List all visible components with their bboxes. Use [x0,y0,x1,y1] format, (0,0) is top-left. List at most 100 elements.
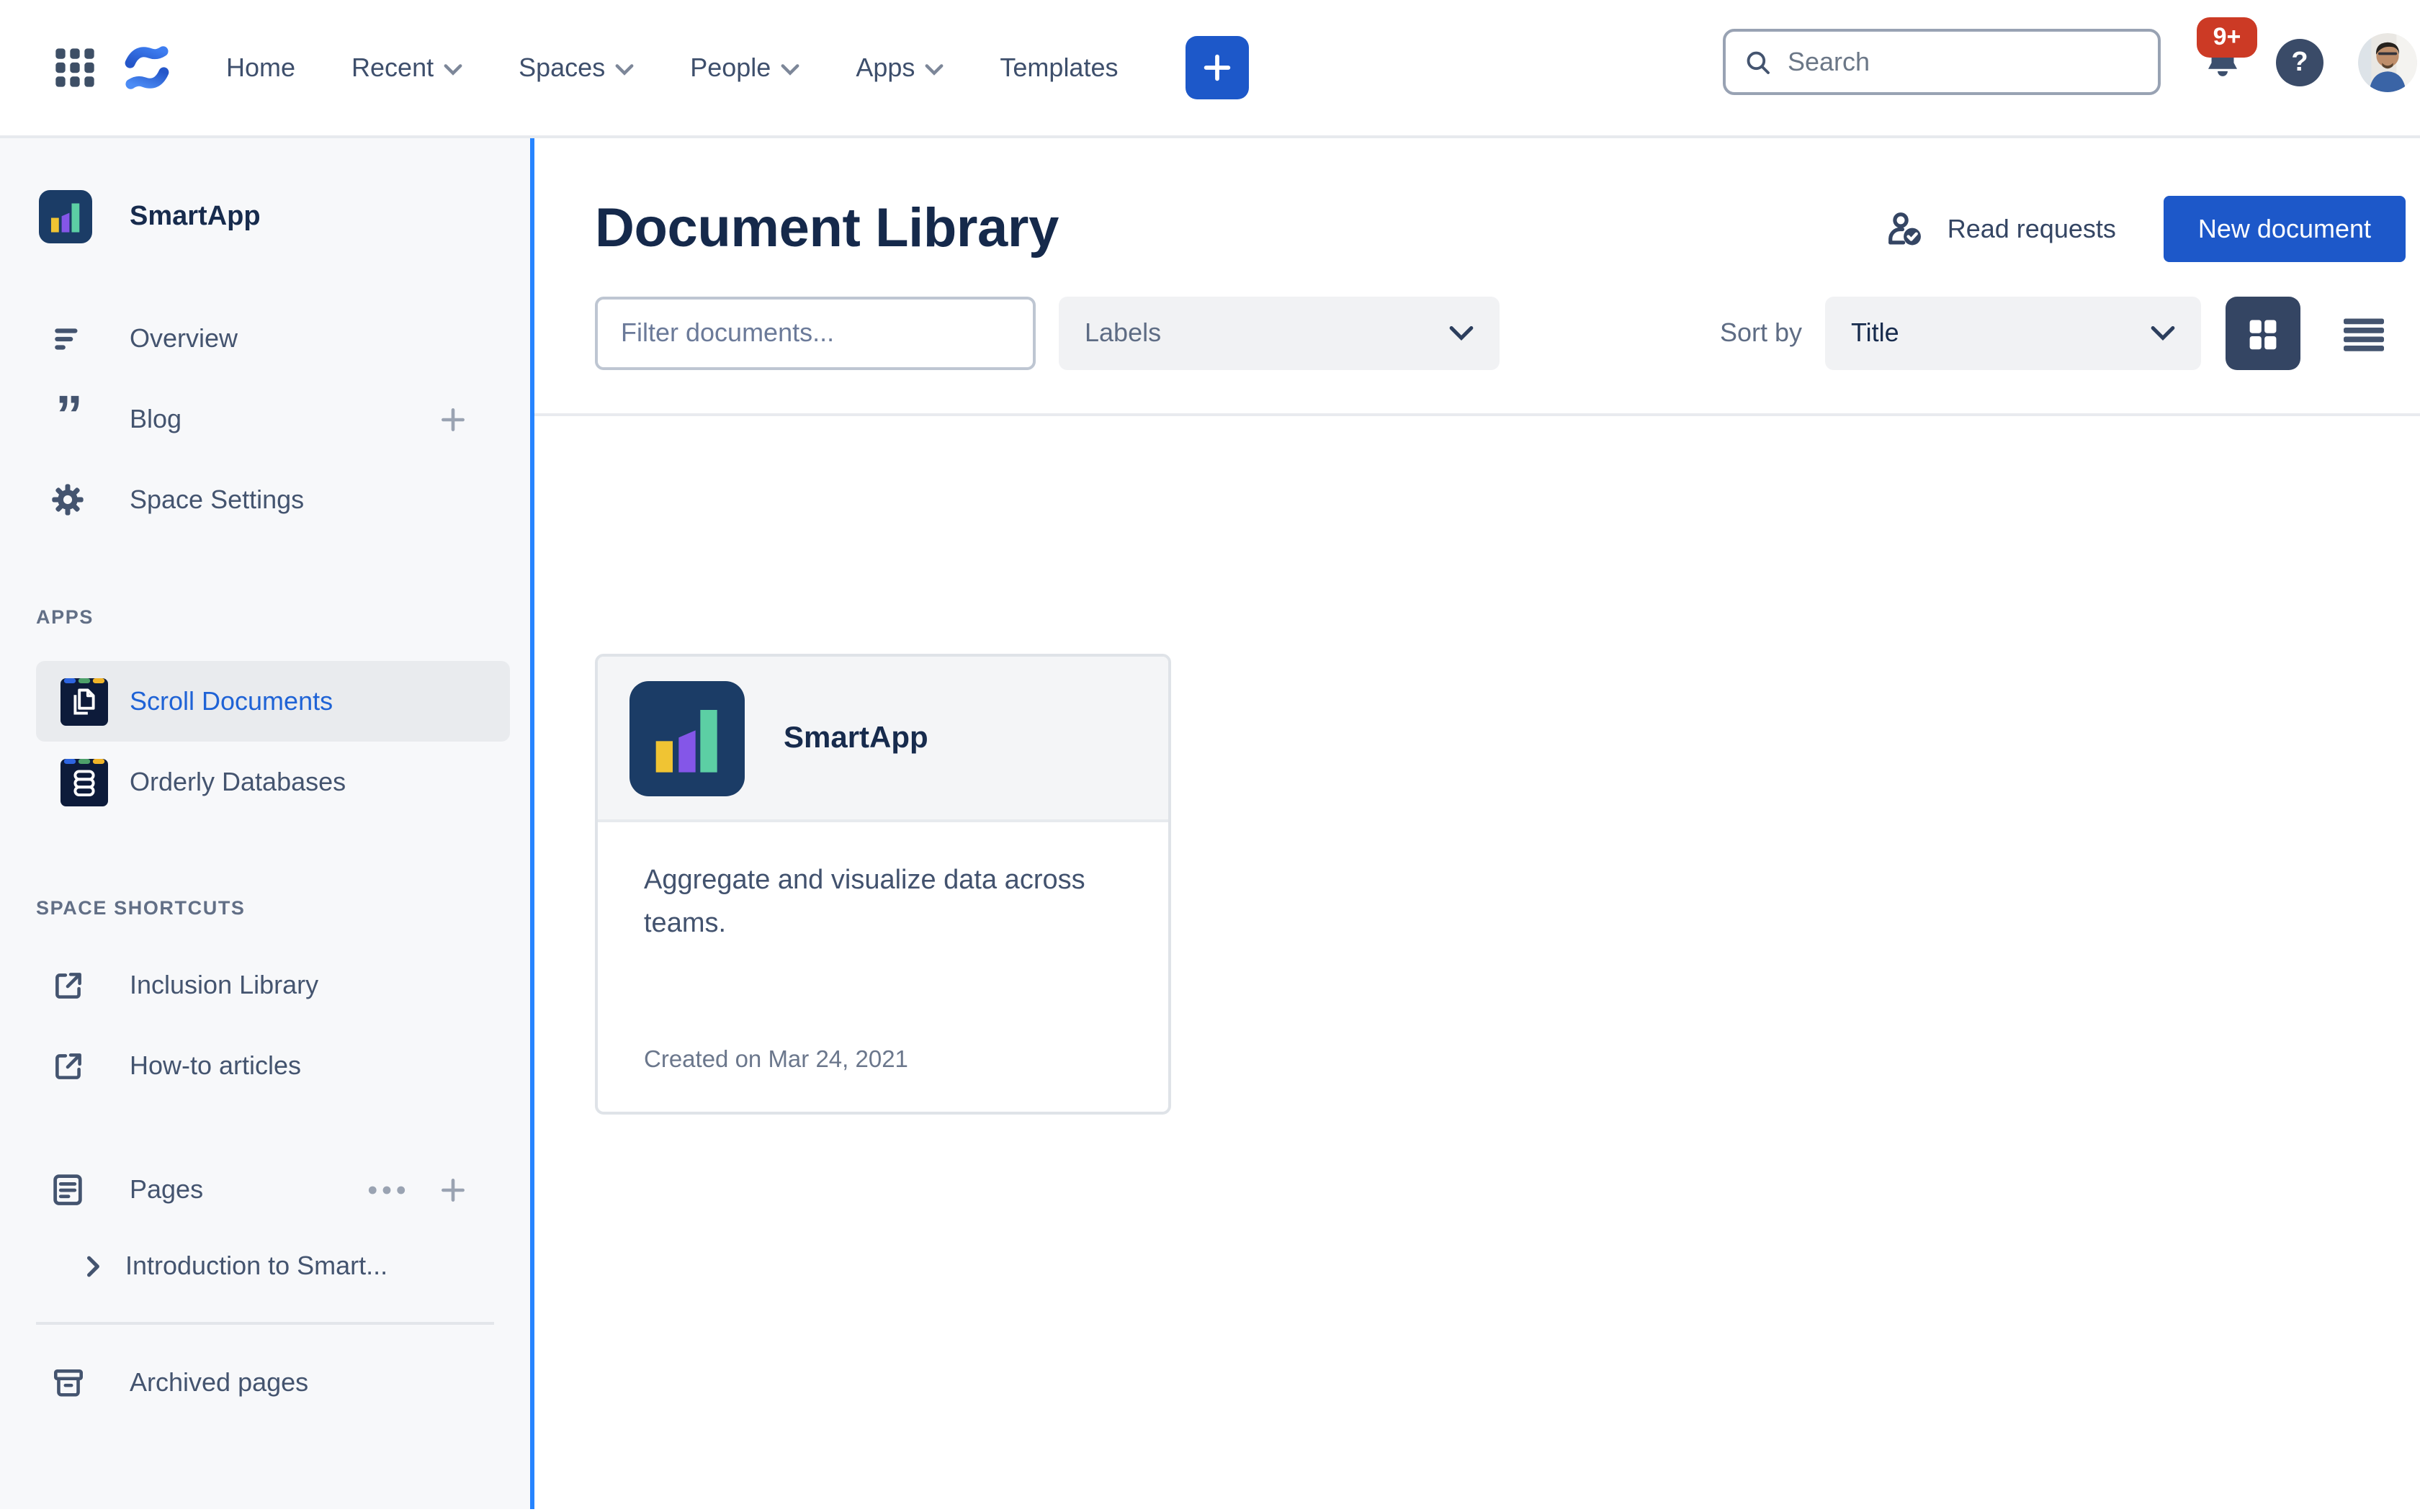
labels-filter-select[interactable]: Labels [1059,297,1500,370]
apps-section-title: APPS [36,606,530,628]
sidebar-item-orderly-databases[interactable]: Orderly Databases [36,742,510,822]
sidebar-item-pages[interactable]: Pages [0,1149,530,1230]
nav-item-label: Home [226,53,295,83]
document-card[interactable]: SmartApp Aggregate and visualize data ac… [595,654,1171,1115]
sidebar-item-inclusion-library[interactable]: Inclusion Library [0,945,530,1025]
sidebar-item-scroll-documents[interactable]: Scroll Documents [36,661,510,742]
list-view-toggle[interactable] [2344,316,2384,351]
page-header: Document Library Read requests New docum… [595,196,2406,262]
shortcuts-section-title: SPACE SHORTCUTS [36,897,530,919]
confluence-logo-icon[interactable] [122,42,171,94]
search-icon [1743,47,1773,77]
sidebar-main-items: Overview ” Blog [0,298,530,540]
sidebar-item-archived-pages[interactable]: Archived pages [0,1342,530,1423]
sort-select[interactable]: Title [1825,297,2201,370]
orderly-databases-app-icon [60,758,108,806]
sidebar-item-label: How-to articles [130,1050,301,1081]
top-navigation: Home Recent Spaces People Apps Templates… [0,0,2420,138]
archive-icon [48,1364,88,1400]
sort-select-value: Title [1851,318,1899,348]
question-mark-icon: ? [2291,47,2308,78]
sidebar-item-label: Blog [130,404,182,434]
primary-nav: Home Recent Spaces People Apps Templates [226,53,1119,83]
nav-item-recent[interactable]: Recent [351,53,462,83]
page-tree-item-introduction[interactable]: Introduction to Smart... [0,1230,530,1302]
search-input[interactable] [1788,47,2141,77]
nav-item-label: People [690,53,771,83]
sidebar-item-label: Overview [130,323,238,354]
plus-icon [438,404,468,434]
labels-filter-value: Labels [1085,318,1161,348]
sidebar-item-blog[interactable]: ” Blog [0,379,530,459]
add-page-button[interactable] [438,1174,468,1205]
plus-icon [438,1174,468,1205]
grid-view-toggle[interactable] [2226,297,2300,370]
search-box [1723,29,2161,95]
sidebar-divider [36,1322,494,1325]
nav-item-apps[interactable]: Apps [856,53,944,83]
chevron-down-icon [925,63,944,76]
nav-item-templates[interactable]: Templates [1000,53,1118,83]
filter-toolbar: Labels Sort by Title [595,297,2384,370]
sidebar-item-label: Inclusion Library [130,970,318,1000]
sidebar-item-space-settings[interactable]: Space Settings [0,459,530,540]
plus-icon [1202,52,1234,84]
grid-view-icon [2244,315,2282,352]
sidebar-item-label: Orderly Databases [130,767,346,797]
document-card-description: Aggregate and visualize data across team… [644,860,1090,946]
sort-by-label: Sort by [1720,318,1802,348]
sidebar: SmartApp Overview ” Blog [0,138,534,1509]
read-requests-label: Read requests [1948,214,2116,244]
page-title: Document Library [595,198,1059,260]
pages-more-button[interactable] [367,1184,406,1194]
app-window: Home Recent Spaces People Apps Templates… [0,0,2420,1512]
user-avatar[interactable] [2358,33,2417,92]
sidebar-item-overview[interactable]: Overview [0,298,530,379]
document-card-created-date: Created on Mar 24, 2021 [644,1047,908,1074]
external-link-icon [48,967,88,1003]
nav-item-label: Templates [1000,53,1118,83]
topnav-left: Home Recent Spaces People Apps Templates [0,36,1250,99]
filter-documents-input[interactable] [595,297,1036,370]
app-shell: SmartApp Overview ” Blog [0,138,2420,1509]
add-blog-button[interactable] [438,404,468,434]
notifications-button[interactable]: 9+ [2192,17,2262,89]
nav-item-label: Recent [351,53,434,83]
blog-quote-icon: ” [48,402,88,436]
chevron-down-icon [2151,325,2175,341]
document-card-header: SmartApp [598,657,1168,822]
nav-item-spaces[interactable]: Spaces [519,53,634,83]
space-name: SmartApp [130,201,261,233]
read-requests-button[interactable]: Read requests [1883,207,2116,251]
ellipsis-icon [367,1184,406,1194]
app-switcher-icon[interactable] [52,45,98,91]
overview-icon [48,320,88,356]
chevron-right-icon[interactable] [86,1255,101,1277]
chevron-down-icon [781,63,799,76]
pages-icon [48,1171,88,1208]
space-logo-icon [39,190,92,243]
help-button[interactable]: ? [2276,39,2323,86]
sidebar-item-label: Scroll Documents [130,686,333,716]
external-link-icon [48,1048,88,1084]
sidebar-item-howto-articles[interactable]: How-to articles [0,1025,530,1106]
create-button[interactable] [1186,36,1250,99]
new-document-button[interactable]: New document [2164,196,2406,262]
chevron-down-icon [1449,325,1474,341]
notification-badge: 9+ [2197,17,2257,58]
list-view-icon [2344,316,2384,351]
document-app-icon [629,680,745,796]
sidebar-item-label: Archived pages [130,1367,308,1398]
avatar-photo [2358,33,2417,92]
gear-icon [48,481,88,518]
nav-item-label: Apps [856,53,915,83]
main-content: Document Library Read requests New docum… [534,138,2420,1509]
nav-item-label: Spaces [519,53,605,83]
shortcuts-list: Inclusion Library How-to articles [0,945,530,1106]
read-requests-icon [1883,207,1927,251]
page-actions: Read requests New document [1883,196,2406,262]
nav-item-people[interactable]: People [690,53,799,83]
chevron-down-icon [615,63,634,76]
space-header[interactable]: SmartApp [39,190,530,243]
nav-item-home[interactable]: Home [226,53,295,83]
